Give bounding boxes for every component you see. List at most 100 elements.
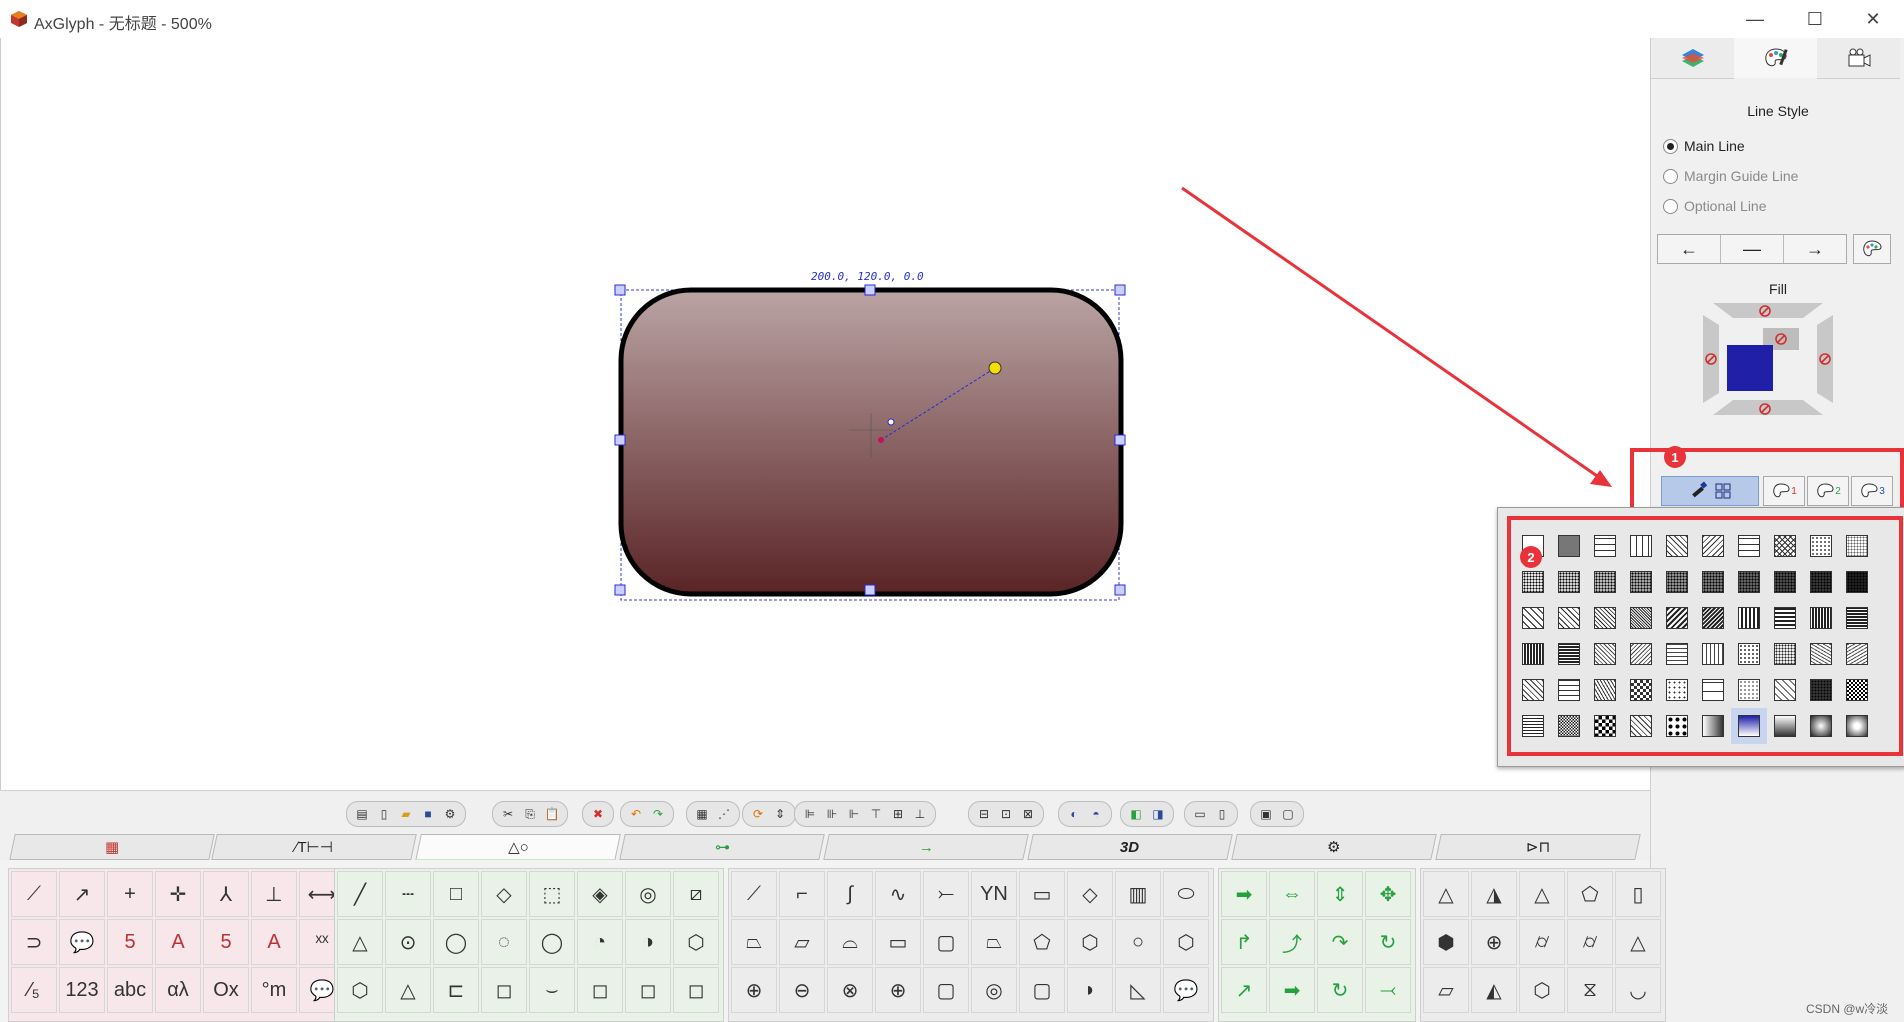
- shape-tool-button[interactable]: ⤙: [1365, 967, 1411, 1013]
- rotate-icon[interactable]: ⟳: [749, 805, 767, 823]
- shape-tool-button[interactable]: ◻: [577, 967, 623, 1013]
- shape-tool-button[interactable]: ∿: [875, 871, 921, 917]
- shape-tool-button[interactable]: ⇔: [1269, 871, 1315, 917]
- shape-tool-button[interactable]: ⊕: [1471, 919, 1517, 965]
- shape-tool-button[interactable]: ⟋: [731, 871, 777, 917]
- tab-shapes[interactable]: △○: [415, 834, 621, 861]
- shape-tool-button[interactable]: A: [251, 919, 297, 965]
- shape-tool-button[interactable]: ⏥: [1423, 967, 1469, 1013]
- align-top-icon[interactable]: ⊤: [867, 805, 885, 823]
- delete-icon[interactable]: ✖: [589, 805, 607, 823]
- shape-tool-button[interactable]: 💬: [59, 919, 105, 965]
- shape-tool-button[interactable]: ⊗: [827, 967, 873, 1013]
- tab-colors[interactable]: ▦: [9, 834, 215, 860]
- shape-tool-button[interactable]: ▱: [779, 919, 825, 965]
- shape-tool-button[interactable]: ⏢: [971, 919, 1017, 965]
- fill-color-swatch[interactable]: [1727, 345, 1773, 391]
- shape-tool-button[interactable]: ▢: [1019, 967, 1065, 1013]
- shape-tool-button[interactable]: ⅄: [203, 871, 249, 917]
- radio-button[interactable]: [1663, 168, 1678, 184]
- shape-tool-button[interactable]: △: [337, 919, 383, 965]
- shape-tool-button[interactable]: □: [433, 871, 479, 917]
- shape-tool-button[interactable]: ⊃: [11, 919, 57, 965]
- rounded-rectangle-shape[interactable]: [601, 258, 1131, 608]
- tab-text[interactable]: ∕T⊢⊣: [211, 834, 417, 860]
- shape-tool-button[interactable]: ⤴: [1269, 919, 1315, 965]
- shape-tool-button[interactable]: ◗: [1067, 967, 1113, 1013]
- copy-icon[interactable]: ⎘: [521, 805, 539, 823]
- resize-handle-w[interactable]: [614, 434, 626, 446]
- shape-tool-button[interactable]: 5: [107, 919, 153, 965]
- tab-arrows[interactable]: →: [823, 834, 1029, 860]
- shape-tool-button[interactable]: ⧖: [1567, 967, 1613, 1013]
- tab-layers[interactable]: [1651, 38, 1734, 79]
- radio-button[interactable]: [1663, 138, 1678, 154]
- align-right-icon[interactable]: ⊩: [845, 805, 863, 823]
- shape-tool-button[interactable]: ↻: [1365, 919, 1411, 965]
- shape-tool-button[interactable]: ⬡: [1519, 967, 1565, 1013]
- flip-vertical-icon[interactable]: ◓: [1087, 805, 1105, 823]
- shape-tool-button[interactable]: △: [1423, 871, 1469, 917]
- shape-tool-button[interactable]: ⬠: [1019, 919, 1065, 965]
- shape-tool-button[interactable]: +: [107, 871, 153, 917]
- shape-tool-button[interactable]: ⤚: [923, 871, 969, 917]
- settings-icon[interactable]: ⚙: [441, 805, 459, 823]
- shape-tool-button[interactable]: ⊖: [779, 967, 825, 1013]
- close-button[interactable]: ✕: [1850, 4, 1896, 34]
- shape-tool-button[interactable]: ◻: [673, 967, 719, 1013]
- resize-handle-sw[interactable]: [614, 584, 626, 596]
- shape-tool-button[interactable]: ◎: [625, 871, 671, 917]
- grid-icon[interactable]: ▦: [693, 805, 711, 823]
- gradient-start-handle[interactable]: [878, 437, 884, 443]
- shape-tool-button[interactable]: ➡: [1221, 871, 1267, 917]
- shape-tool-button[interactable]: A: [155, 919, 201, 965]
- arrow-none-button[interactable]: —: [1721, 235, 1784, 263]
- shape-tool-button[interactable]: ◻: [625, 967, 671, 1013]
- radio-optional-line[interactable]: Optional Line: [1663, 198, 1767, 214]
- align-left-icon[interactable]: ⊫: [801, 805, 819, 823]
- shape-tool-button[interactable]: ⬭: [1163, 871, 1209, 917]
- gradient-end-handle[interactable]: [988, 361, 1002, 375]
- line-color-button[interactable]: [1853, 234, 1891, 264]
- shape-tool-button[interactable]: ╱: [337, 871, 383, 917]
- shape-tool-button[interactable]: ⊥: [251, 871, 297, 917]
- shape-tool-button[interactable]: abc: [107, 967, 153, 1013]
- redo-icon[interactable]: ↷: [649, 805, 667, 823]
- shape-tool-button[interactable]: YN: [971, 871, 1017, 917]
- shape-tool-button[interactable]: ▥: [1115, 871, 1161, 917]
- resize-handle-nw[interactable]: [614, 284, 626, 296]
- undo-icon[interactable]: ↶: [627, 805, 645, 823]
- shape-tool-button[interactable]: ↻: [1317, 967, 1363, 1013]
- shape-tool-button[interactable]: ⌭: [1519, 919, 1565, 965]
- shape-tool-button[interactable]: ◈: [577, 871, 623, 917]
- arrow-end-button[interactable]: →: [1784, 235, 1846, 263]
- shape-tool-button[interactable]: ⬠: [1567, 871, 1613, 917]
- tab-style[interactable]: [1734, 38, 1817, 78]
- shape-tool-button[interactable]: ⬚: [529, 871, 575, 917]
- shape-tool-button[interactable]: ▢: [923, 919, 969, 965]
- shape-tool-button[interactable]: ⬡: [1163, 919, 1209, 965]
- shape-tool-button[interactable]: ▯: [1615, 871, 1661, 917]
- shape-tool-button[interactable]: ⊕: [731, 967, 777, 1013]
- tab-circuit[interactable]: ⊳⊓: [1435, 834, 1641, 860]
- align-middle-icon[interactable]: ⊞: [889, 805, 907, 823]
- send-back-icon[interactable]: ◨: [1149, 805, 1167, 823]
- ungroup-icon[interactable]: ▢: [1279, 805, 1297, 823]
- shape-tool-button[interactable]: ⏢: [731, 919, 777, 965]
- maximize-button[interactable]: ☐: [1792, 4, 1838, 34]
- group-icon[interactable]: ▣: [1257, 805, 1275, 823]
- shape-tool-button[interactable]: ↷: [1317, 919, 1363, 965]
- shape-tool-button[interactable]: ◌: [481, 919, 527, 965]
- shape-tool-button[interactable]: ◇: [1067, 871, 1113, 917]
- drawing-canvas[interactable]: 200.0, 120.0, 0.0: [0, 38, 1651, 790]
- shape-tool-button[interactable]: ⌭: [1567, 919, 1613, 965]
- new-file-icon[interactable]: ▯: [375, 805, 393, 823]
- shape-tool-button[interactable]: ⧄: [673, 871, 719, 917]
- shape-tool-button[interactable]: ⬡: [673, 919, 719, 965]
- resize-handle-e[interactable]: [1114, 434, 1126, 446]
- shape-tool-button[interactable]: ◑: [625, 919, 671, 965]
- shape-tool-button[interactable]: ⊕: [875, 967, 921, 1013]
- shape-tool-button[interactable]: ◮: [1471, 871, 1517, 917]
- shape-tool-button[interactable]: 💬: [1163, 967, 1209, 1013]
- shape-tool-button[interactable]: ┄: [385, 871, 431, 917]
